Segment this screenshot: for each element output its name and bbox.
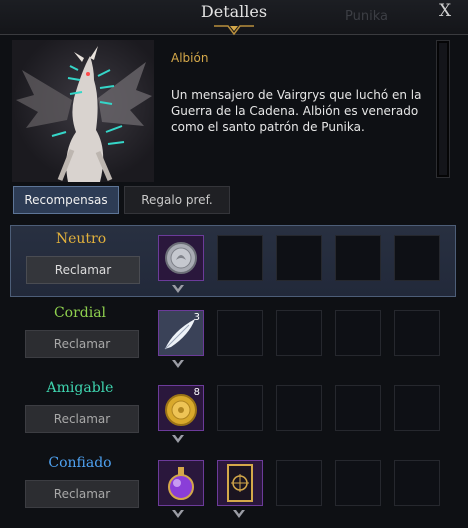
reward-count: 3 [193, 312, 200, 323]
scrollbar-thumb[interactable] [439, 43, 447, 175]
reward-slot-empty [394, 385, 440, 431]
claim-button[interactable]: Reclamar [25, 405, 139, 433]
window-title: Detalles [200, 2, 268, 21]
reward-slot-empty [335, 385, 381, 431]
background-title: Punika [345, 9, 388, 24]
npc-portrait [12, 40, 154, 182]
tab-rewards[interactable]: Recompensas [13, 186, 119, 214]
close-button[interactable]: X [439, 1, 451, 21]
tier-name: Neutro [55, 231, 107, 247]
reward-slot-empty [276, 235, 322, 281]
potion-icon [168, 467, 194, 500]
card-icon [227, 464, 253, 502]
tier-name: Cordial [53, 305, 107, 321]
npc-name: Albión [171, 51, 209, 65]
reward-slot-empty [394, 460, 440, 506]
chevron-down-icon [172, 435, 184, 443]
chevron-down-icon [233, 510, 245, 518]
reward-slot-empty [276, 460, 322, 506]
title-ornament-icon [214, 25, 254, 36]
reward-slot-empty [217, 385, 263, 431]
reward-slot-empty [276, 385, 322, 431]
claim-button[interactable]: Reclamar [26, 256, 140, 284]
dragon-portrait-icon [16, 46, 152, 182]
claim-button[interactable]: Reclamar [25, 330, 139, 358]
reward-slot-empty [394, 235, 440, 281]
chevron-down-icon [172, 285, 184, 293]
reward-slot-empty [335, 460, 381, 506]
reward-slot[interactable] [158, 235, 204, 281]
tier-name: Amigable [46, 380, 114, 396]
tab-preferred-gift[interactable]: Regalo pref. [124, 186, 230, 214]
reward-slot-empty [394, 310, 440, 356]
silver-coin-icon [165, 242, 197, 274]
title-bar: Detalles Punika X [0, 0, 468, 36]
reward-slot-empty [335, 235, 381, 281]
reward-slot-empty [217, 310, 263, 356]
reward-slot[interactable]: 3 [158, 310, 204, 356]
reward-slot-empty [217, 235, 263, 281]
reward-slot[interactable] [217, 460, 263, 506]
reward-slot[interactable] [158, 460, 204, 506]
reward-slot[interactable]: 8 [158, 385, 204, 431]
reward-count: 8 [193, 387, 200, 398]
chevron-down-icon [172, 360, 184, 368]
reward-slot-empty [335, 310, 381, 356]
description-scrollbar[interactable] [436, 40, 450, 178]
npc-description: Un mensajero de Vairgrys que luchó en la… [171, 88, 422, 134]
tier-name: Confiado [48, 455, 112, 471]
claim-button[interactable]: Reclamar [25, 480, 139, 508]
reward-slot-empty [276, 310, 322, 356]
chevron-down-icon [172, 510, 184, 518]
